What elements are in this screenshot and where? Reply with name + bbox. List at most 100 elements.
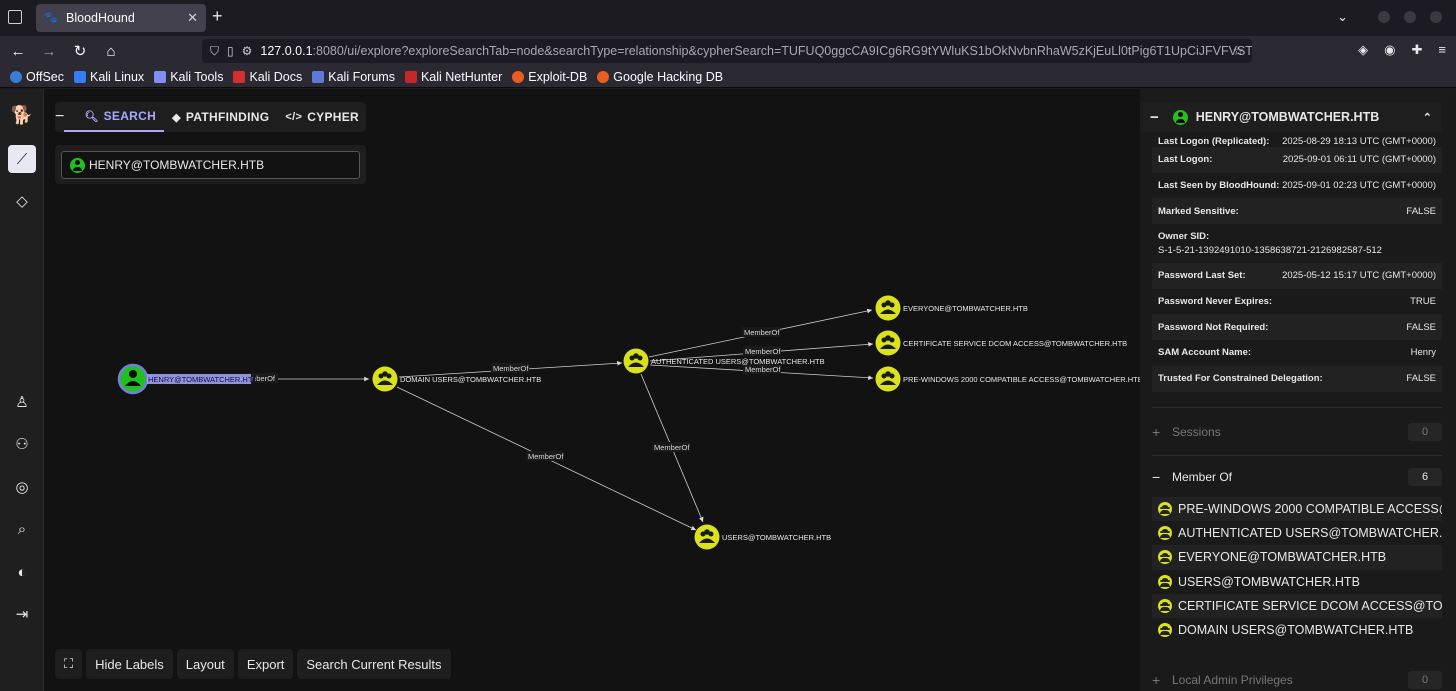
node-authenticated-users[interactable]: AUTHENTICATED USERS@TOMBWATCHER.HTB <box>623 348 825 374</box>
member-of-item[interactable]: EVERYONE@TOMBWATCHER.HTB <box>1152 545 1442 570</box>
node-cert-service-dcom[interactable]: CERTIFICATE SERVICE DCOM ACCESS@TOMBWATC… <box>875 330 1128 356</box>
svg-text:MemberOf: MemberOf <box>528 452 564 461</box>
property-row: SAM Account Name: Henry <box>1158 347 1436 359</box>
svg-text:MemberOf: MemberOf <box>744 328 780 337</box>
node-henry[interactable]: HENRY@TOMBWATCHER.HTB <box>117 363 257 395</box>
export-button[interactable]: Export <box>237 649 294 679</box>
group-icon <box>1158 574 1172 589</box>
url-bar[interactable]: ⛉ ▯ ⚙ 127.0.0.1:8080/ui/explore?exploreS… <box>202 39 1252 63</box>
logout-icon[interactable]: ⇥ <box>8 600 36 628</box>
collapse-icon: − <box>1152 469 1161 485</box>
bookmark-exploit-db[interactable]: Exploit-DB <box>512 70 587 84</box>
forward-arrow-icon[interactable]: → <box>36 43 62 60</box>
kali-tools-icon <box>154 70 167 83</box>
pocket-icon[interactable]: ◈ <box>1358 42 1368 58</box>
svg-text:EVERYONE@TOMBWATCHER.HTB: EVERYONE@TOMBWATCHER.HTB <box>903 304 1028 313</box>
edge-label-domain-users-auth-users: MemberOf <box>491 363 529 373</box>
bookmark-offsec[interactable]: OffSec <box>10 70 64 84</box>
search-current-results-button[interactable]: Search Current Results <box>297 649 451 679</box>
layout-button[interactable]: Layout <box>176 649 234 679</box>
user-node-icon <box>1172 109 1188 125</box>
bookmark-kali-docs[interactable]: Kali Docs <box>233 70 302 84</box>
offsec-icon <box>10 70 22 83</box>
user-settings-nav-icon[interactable]: ⚇ <box>8 430 36 458</box>
gem-nav-icon[interactable]: ◇ <box>8 187 36 215</box>
left-navigation: 🐕 ⟋ ◇ ♙ ⚇ ◎ ⌕ ◐ ⇥ <box>0 89 44 691</box>
bookmark-kali-nethunter[interactable]: Kali NetHunter <box>404 70 502 84</box>
property-row: Last Logon: 2025-09-01 06:11 UTC (GMT+000… <box>1152 147 1442 173</box>
explore-nav-icon[interactable]: ⟋ <box>8 145 36 173</box>
minimize-button[interactable] <box>1378 11 1390 23</box>
member-of-item[interactable]: DOMAIN USERS@TOMBWATCHER.HTB <box>1152 618 1442 642</box>
crop-button[interactable]: ⛶ <box>55 649 83 679</box>
bookmarks-bar: OffSec Kali Linux Kali Tools Kali Docs K… <box>0 66 1456 88</box>
sessions-section[interactable]: + Sessions 0 <box>1152 421 1442 443</box>
bloodhound-favicon-icon: 🐾 <box>44 12 58 24</box>
property-row: Owner SID: S-1-5-21-1392491010-1358638721… <box>1158 231 1382 257</box>
user-nav-icon[interactable]: ♙ <box>8 388 36 416</box>
account-icon[interactable]: ◉ <box>1384 42 1395 58</box>
chevron-up-icon[interactable]: ⌃ <box>1423 111 1432 124</box>
local-admin-section[interactable]: + Local Admin Privileges 0 <box>1152 669 1442 691</box>
shield-icon[interactable]: ⛉ <box>210 44 219 59</box>
member-of-item[interactable]: AUTHENTICATED USERS@TOMBWATCHER.HTB <box>1152 521 1442 545</box>
entity-title: HENRY@TOMBWATCHER.HTB <box>1195 110 1380 124</box>
browser-tab[interactable]: 🐾 BloodHound ✕ <box>36 4 206 32</box>
compass-nav-icon[interactable]: ◎ <box>8 473 36 501</box>
close-window-button[interactable] <box>1430 11 1442 23</box>
entity-panel-header[interactable]: − HENRY@TOMBWATCHER.HTB ⌃ <box>1140 102 1442 132</box>
member-of-section[interactable]: − Member Of 6 <box>1152 466 1442 488</box>
home-icon[interactable]: ⌂ <box>98 43 124 60</box>
edge-label-auth-users-users: MemberOf <box>652 442 690 452</box>
bookmark-kali-forums[interactable]: Kali Forums <box>312 70 395 84</box>
edge-label-auth-users-everyone: MemberOf <box>742 327 780 337</box>
graph-canvas[interactable]: mberOf MemberOf MemberOf MemberOf Member… <box>44 89 1140 691</box>
kali-forums-icon <box>312 70 325 83</box>
property-row: Password Not Required: FALSE <box>1152 314 1442 341</box>
theme-toggle-icon[interactable]: ◐ <box>8 558 36 586</box>
bookmark-kali-linux[interactable]: Kali Linux <box>73 70 144 84</box>
new-tab-button[interactable]: + <box>212 6 223 27</box>
tab-overflow-chevron-icon[interactable]: ⌄ <box>1337 9 1348 25</box>
svg-text:MemberOf: MemberOf <box>745 347 781 356</box>
page-icon[interactable]: ▯ <box>227 44 234 58</box>
hide-labels-button[interactable]: Hide Labels <box>86 649 173 679</box>
permissions-icon[interactable]: ⚙ <box>242 44 253 58</box>
node-everyone[interactable]: EVERYONE@TOMBWATCHER.HTB <box>875 295 1028 321</box>
group-icon <box>1158 598 1172 613</box>
collapse-panel-icon[interactable]: − <box>1150 109 1159 126</box>
bookmark-star-icon[interactable]: ☆ <box>1233 43 1244 58</box>
bookmark-kali-tools[interactable]: Kali Tools <box>154 70 223 84</box>
reload-icon[interactable]: ↻ <box>67 42 93 60</box>
tab-list-icon[interactable] <box>8 10 22 24</box>
maximize-button[interactable] <box>1404 11 1416 23</box>
expand-icon: + <box>1152 424 1161 440</box>
node-users[interactable]: USERS@TOMBWATCHER.HTB <box>694 524 832 550</box>
graph-toolbar: ⛶ Hide Labels Layout Export Search Curre… <box>55 649 451 679</box>
back-arrow-icon[interactable]: ← <box>5 43 31 60</box>
group-icon <box>1158 623 1172 638</box>
bloodhound-logo-icon[interactable]: 🐕 <box>8 105 36 127</box>
property-row: Marked Sensitive: FALSE <box>1152 198 1442 225</box>
member-of-item[interactable]: CERTIFICATE SERVICE DCOM ACCESS@TOMBWATC… <box>1152 593 1442 618</box>
bookmark-google-hacking-db[interactable]: Google Hacking DB <box>597 70 723 84</box>
member-of-item[interactable]: USERS@TOMBWATCHER.HTB <box>1152 570 1442 594</box>
edge-label-auth-users-cert-dcom: MemberOf <box>743 346 781 356</box>
extensions-icon[interactable]: ✚ <box>1412 42 1423 58</box>
tab-close-icon[interactable]: ✕ <box>187 10 198 26</box>
file-search-nav-icon[interactable]: ⌕ <box>8 515 36 543</box>
properties-table: Last Logon (Replicated): 2025-08-29 18:13… <box>1152 129 1442 392</box>
property-row: Last Seen by BloodHound: 2025-09-01 02:23… <box>1158 180 1436 192</box>
member-of-item[interactable]: PRE-WINDOWS 2000 COMPATIBLE ACCESS@TOMBW… <box>1152 497 1442 522</box>
divider <box>1152 407 1442 408</box>
svg-text:MemberOf: MemberOf <box>745 365 781 374</box>
menu-icon[interactable]: ≡ <box>1438 42 1446 58</box>
kali-docs-icon <box>233 70 246 83</box>
property-row: Password Never Expires: TRUE <box>1158 296 1436 308</box>
node-pre-windows-2000[interactable]: PRE-WINDOWS 2000 COMPATIBLE ACCESS@TOMBW… <box>875 366 1141 392</box>
url-host: 127.0.0.1 <box>260 44 313 58</box>
nethunter-icon <box>404 70 417 83</box>
toolbar-right: ◈ ◉ ✚ ≡ <box>1358 42 1446 58</box>
svg-text:USERS@TOMBWATCHER.HTB: USERS@TOMBWATCHER.HTB <box>722 533 831 542</box>
svg-text:MemberOf: MemberOf <box>493 364 529 373</box>
